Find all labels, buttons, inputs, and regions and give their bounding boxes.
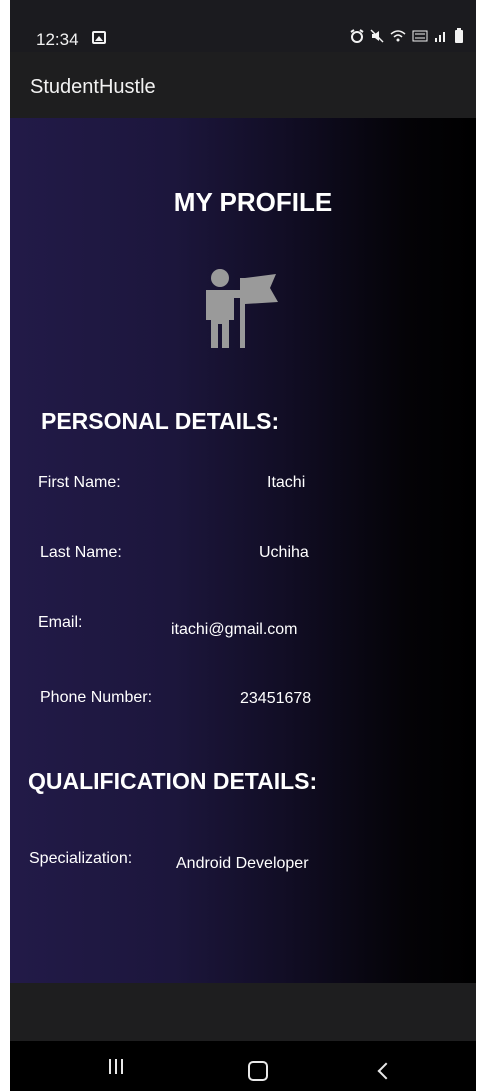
first-name-value: Itachi	[267, 474, 306, 491]
home-button[interactable]	[248, 1061, 268, 1081]
last-name-label: Last Name:	[40, 544, 122, 561]
mute-icon	[370, 29, 384, 46]
app-bar: StudentHustle	[10, 52, 476, 118]
email-label: Email:	[38, 614, 83, 631]
signal-icon	[434, 29, 448, 46]
volte-icon	[412, 29, 428, 46]
alarm-icon	[350, 29, 364, 46]
email-value: itachi@gmail.com	[171, 621, 298, 638]
recent-apps-button[interactable]	[109, 1059, 129, 1079]
specialization-value: Android Developer	[176, 855, 309, 872]
bottom-bar	[10, 983, 476, 1041]
profile-content: MY PROFILE PERSONAL DETAILS: First Name:…	[10, 118, 476, 983]
status-bar: 12:34	[10, 0, 476, 52]
back-button[interactable]	[377, 1062, 395, 1080]
gallery-icon	[92, 31, 106, 44]
app-title: StudentHustle	[30, 76, 156, 98]
person-with-flag-icon	[196, 268, 296, 350]
phone-screen: 12:34 StudentHustle MY PROFILE PERSONAL …	[10, 0, 476, 1091]
page-title: MY PROFILE	[173, 187, 333, 217]
battery-icon	[454, 28, 464, 47]
last-name-value: Uchiha	[259, 544, 309, 561]
status-time: 12:34	[36, 30, 79, 49]
qualification-details-heading: QUALIFICATION DETAILS:	[28, 768, 318, 794]
phone-number-label: Phone Number:	[40, 689, 153, 706]
specialization-label: Specialization:	[29, 850, 133, 867]
personal-details-heading: PERSONAL DETAILS:	[41, 408, 280, 434]
status-icons	[350, 28, 464, 47]
navigation-bar	[10, 1041, 476, 1091]
phone-number-value: 23451678	[240, 690, 312, 707]
wifi-icon	[390, 29, 406, 46]
first-name-label: First Name:	[38, 474, 121, 491]
